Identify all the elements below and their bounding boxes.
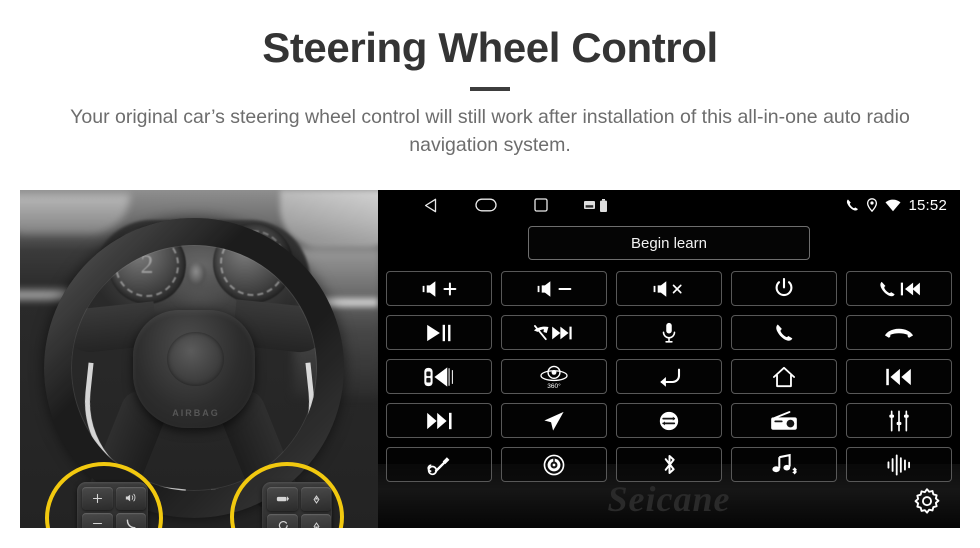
android-status-bar: 15:52: [378, 190, 960, 220]
back-triangle-icon[interactable]: [424, 198, 438, 213]
volume-up-button[interactable]: [386, 271, 492, 306]
swc-function-grid: 360°: [386, 271, 952, 482]
begin-learn-row: Begin learn: [378, 226, 960, 260]
location-pin-icon: [866, 198, 878, 212]
camera-360-button[interactable]: 360°: [501, 359, 607, 394]
seicane-watermark: Seicane: [607, 479, 731, 519]
title-divider: [470, 87, 510, 92]
android-head-unit-screen: 15:52 Begin learn 360° Seicane: [378, 190, 960, 528]
android-status-right: 15:52: [845, 197, 947, 214]
steering-control-pad-left: [77, 482, 148, 528]
battery-icon: [600, 198, 607, 212]
swc-up-button: [301, 487, 331, 511]
bluetooth-button[interactable]: [616, 447, 722, 482]
navigation-button[interactable]: [501, 403, 607, 438]
equalizer-button[interactable]: [846, 403, 952, 438]
steering-wheel-photo: 2 AIRBAG: [20, 190, 378, 528]
swc-down-button: [301, 514, 331, 528]
swc-mode-button: [267, 514, 298, 528]
phone-icon: [845, 198, 859, 212]
begin-learn-button[interactable]: Begin learn: [528, 226, 810, 260]
recents-square-icon[interactable]: [534, 198, 548, 212]
wifi-icon: [885, 199, 901, 212]
usb-button[interactable]: [386, 447, 492, 482]
microphone-button[interactable]: [616, 315, 722, 350]
clock-time: 15:52: [908, 196, 947, 214]
page-title: Steering Wheel Control: [262, 24, 718, 71]
content-strip: 2 AIRBAG: [20, 190, 960, 528]
page-subtitle: Your original car’s steering wheel contr…: [70, 106, 910, 156]
play-pause-button[interactable]: [386, 315, 492, 350]
steering-wheel-rim-sheen: [44, 218, 344, 518]
swc-volume-up-button: [82, 487, 113, 510]
swc-volume-down-button: [82, 512, 113, 528]
android-system-icons: [584, 198, 607, 212]
next-track-button[interactable]: [386, 403, 492, 438]
back-button[interactable]: [616, 359, 722, 394]
android-nav-bar: [424, 198, 548, 213]
rear-camera-button[interactable]: [386, 359, 492, 394]
sd-card-icon: [584, 200, 595, 210]
phone-previous-button[interactable]: [846, 271, 952, 306]
camera-360-label: 360°: [547, 382, 561, 390]
settings-gear-icon[interactable]: [910, 486, 944, 520]
voice-waveform-button[interactable]: [846, 447, 952, 482]
swc-phone-button: [116, 512, 146, 528]
phone-answer-button[interactable]: [731, 315, 837, 350]
bluetooth-music-button[interactable]: [731, 447, 837, 482]
home-button[interactable]: [731, 359, 837, 394]
volume-down-button[interactable]: [501, 271, 607, 306]
previous-track-button[interactable]: [846, 359, 952, 394]
photo-grayscale-layer: 2 AIRBAG: [20, 190, 378, 528]
mode-source-button[interactable]: [616, 403, 722, 438]
radio-button[interactable]: [731, 403, 837, 438]
swc-seek-list-button: [267, 487, 298, 511]
mute-button[interactable]: [616, 271, 722, 306]
page-header: Steering Wheel Control Your original car…: [0, 0, 980, 159]
home-oval-icon[interactable]: [475, 198, 497, 212]
disc-button[interactable]: [501, 447, 607, 482]
steering-control-pad-right: [262, 482, 332, 528]
hangup-next-button[interactable]: [501, 315, 607, 350]
power-button[interactable]: [731, 271, 837, 306]
swc-voice-command-button: [116, 487, 146, 510]
phone-hangup-button[interactable]: [846, 315, 952, 350]
